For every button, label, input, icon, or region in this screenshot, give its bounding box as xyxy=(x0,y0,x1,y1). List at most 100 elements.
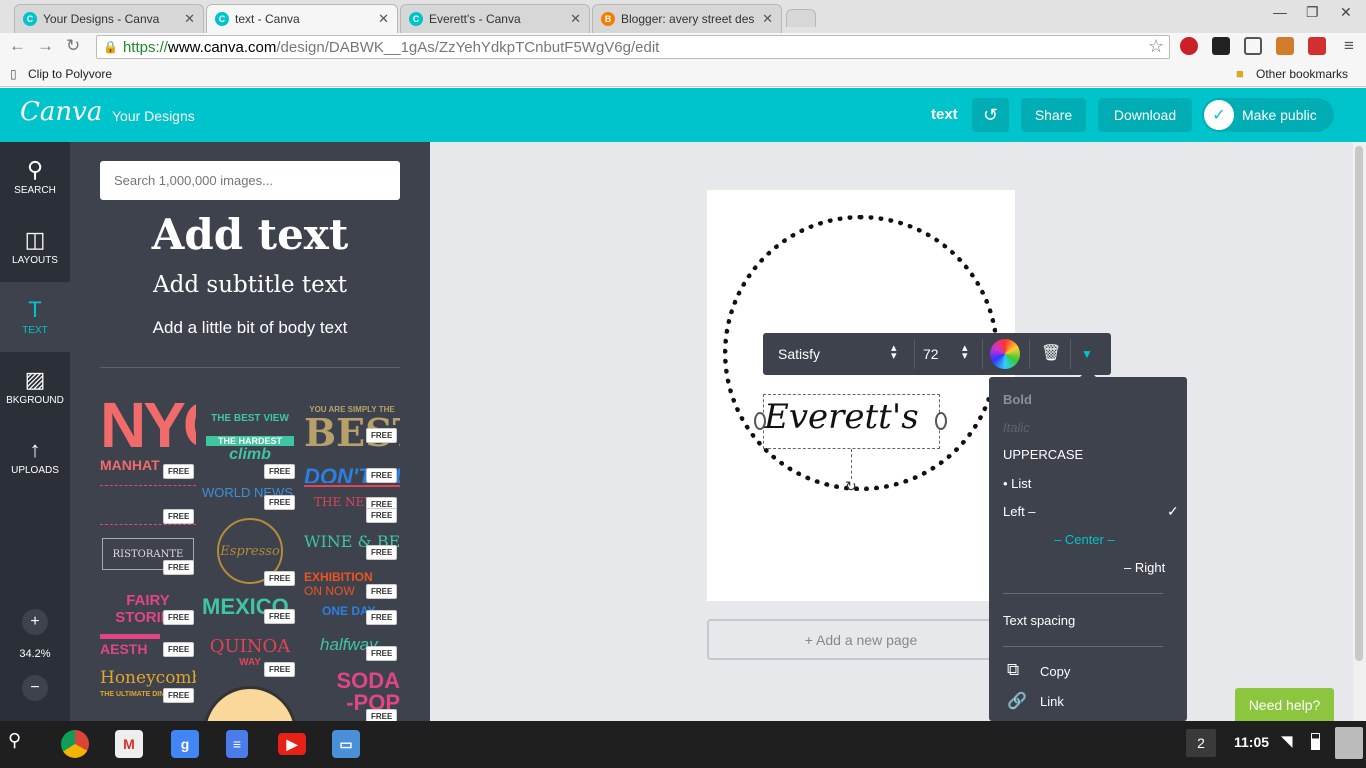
zoom-out-button[interactable]: − xyxy=(22,675,48,701)
your-designs-link[interactable]: Your Designs xyxy=(112,108,195,124)
chrome-app-icon[interactable] xyxy=(61,730,89,758)
scrollbar-thumb[interactable] xyxy=(1355,146,1363,661)
menu-item-align-left[interactable]: Left – xyxy=(1003,504,1036,519)
font-size-select[interactable]: 72 xyxy=(923,346,939,362)
download-button[interactable]: Download xyxy=(1098,98,1192,132)
tab-title: Your Designs - Canva xyxy=(43,12,160,26)
separator xyxy=(982,339,983,369)
trash-icon[interactable]: 🗑 xyxy=(1041,343,1061,363)
free-badge: FREE xyxy=(366,545,398,560)
rail-layouts[interactable]: ◫ LAYOUTS xyxy=(0,212,70,282)
tab-title: Everett's - Canva xyxy=(429,12,521,26)
template-tile-circle[interactable] xyxy=(202,680,298,721)
share-button[interactable]: Share xyxy=(1021,98,1086,132)
rail-uploads[interactable]: ↑ UPLOADS xyxy=(0,422,70,492)
gmail-app-icon[interactable]: M xyxy=(115,730,143,758)
add-new-page-button[interactable]: + Add a new page xyxy=(707,619,1015,660)
free-badge: FREE xyxy=(163,688,195,703)
rotate-icon[interactable]: ↻ xyxy=(845,478,857,495)
vertical-scrollbar[interactable] xyxy=(1353,142,1366,721)
close-tab-icon[interactable]: ✕ xyxy=(184,11,195,27)
tab-everetts-canva[interactable]: C Everett's - Canva ✕ xyxy=(400,4,590,33)
design-text[interactable]: Everett's xyxy=(764,397,919,437)
reload-icon[interactable]: ↻ xyxy=(66,36,80,56)
menu-icon[interactable]: ≡ xyxy=(1344,36,1354,56)
docs-app-icon[interactable]: ≡ xyxy=(226,730,248,758)
check-icon: ✓ xyxy=(1204,100,1234,130)
tab-title: text - Canva xyxy=(235,12,300,26)
youtube-app-icon[interactable]: ▶ xyxy=(278,733,306,755)
menu-item-align-center[interactable]: – Center – xyxy=(1054,532,1115,547)
image-search-input[interactable] xyxy=(100,161,400,200)
add-heading-text[interactable]: Add text xyxy=(100,210,400,259)
menu-item-uppercase[interactable]: UPPERCASE xyxy=(1003,447,1083,462)
tab-text-canva[interactable]: C text - Canva ✕ xyxy=(206,4,398,33)
new-tab-button[interactable] xyxy=(786,9,816,27)
rail-label: TEXT xyxy=(22,325,48,336)
close-window-icon[interactable]: ✕ xyxy=(1340,4,1352,21)
files-app-icon[interactable]: ▭ xyxy=(332,730,360,758)
menu-caret xyxy=(1080,369,1096,377)
google-search-app-icon[interactable]: g xyxy=(171,730,199,758)
free-badge: FREE xyxy=(366,610,398,625)
resize-handle-left[interactable] xyxy=(754,412,766,430)
format-dropdown-icon[interactable]: ▼ xyxy=(1081,347,1093,361)
free-badge: FREE xyxy=(163,509,195,524)
avatar[interactable] xyxy=(1335,727,1363,759)
rail-background[interactable]: ▨ BKGROUND xyxy=(0,352,70,422)
menu-item-bold[interactable]: Bold xyxy=(1003,392,1032,407)
menu-item-italic[interactable]: Italic xyxy=(1003,420,1030,435)
check-icon: ✓ xyxy=(1167,503,1179,519)
cast-icon[interactable] xyxy=(1244,37,1262,55)
add-subtitle-text[interactable]: Add subtitle text xyxy=(100,272,400,298)
make-public-toggle[interactable]: ✓ Make public xyxy=(1202,98,1334,132)
close-tab-icon[interactable]: ✕ xyxy=(378,11,389,27)
pinterest-icon[interactable] xyxy=(1180,37,1198,55)
need-help-button[interactable]: Need help? xyxy=(1235,688,1334,721)
tab-blogger[interactable]: B Blogger: avery street des ✕ xyxy=(592,4,782,33)
font-select-arrows-icon[interactable]: ▴ ▾ xyxy=(891,343,897,362)
menu-item-align-right[interactable]: – Right xyxy=(1124,560,1165,575)
undo-button[interactable]: ↺ xyxy=(972,98,1009,132)
bookmark-clip-to-polyvore[interactable]: Clip to Polyvore xyxy=(28,67,112,81)
eyedropper-icon[interactable] xyxy=(1276,37,1294,55)
back-icon[interactable]: ← xyxy=(9,36,26,56)
menu-divider xyxy=(1003,593,1163,594)
add-body-text[interactable]: Add a little bit of body text xyxy=(100,318,400,338)
resize-handle-right[interactable] xyxy=(935,412,947,430)
other-bookmarks[interactable]: Other bookmarks xyxy=(1256,67,1348,81)
notification-count[interactable]: 2 xyxy=(1186,729,1216,757)
close-tab-icon[interactable]: ✕ xyxy=(570,11,581,27)
selected-text-element[interactable]: Everett's xyxy=(763,394,940,449)
tab-your-designs[interactable]: C Your Designs - Canva ✕ xyxy=(14,4,204,33)
color-wheel-icon[interactable] xyxy=(990,339,1020,369)
zoom-in-button[interactable]: + xyxy=(22,609,48,635)
rail-text[interactable]: T TEXT xyxy=(0,282,70,352)
layers-icon[interactable] xyxy=(1212,37,1230,55)
address-bar[interactable]: 🔒 https:// www.canva.com /design/DABWK__… xyxy=(96,35,1170,59)
layouts-icon: ◫ xyxy=(24,227,46,252)
bookmark-star-icon[interactable]: ☆ xyxy=(1148,36,1164,57)
clock[interactable]: 11:05 xyxy=(1234,734,1269,750)
canva-logo[interactable]: Canva xyxy=(20,97,102,127)
rail-label: BKGROUND xyxy=(6,395,64,406)
free-badge: FREE xyxy=(163,642,195,657)
font-select[interactable]: Satisfy xyxy=(778,346,820,362)
menu-item-list[interactable]: • List xyxy=(1003,476,1031,491)
menu-item-text-spacing[interactable]: Text spacing xyxy=(1003,613,1075,628)
restore-icon[interactable]: ❐ xyxy=(1306,4,1319,21)
minimize-icon[interactable]: — xyxy=(1273,4,1287,20)
font-size-arrows-icon[interactable]: ▴ ▾ xyxy=(962,343,968,362)
wifi-icon[interactable]: ◥ xyxy=(1281,732,1293,750)
launcher-search-icon[interactable]: ⚲ xyxy=(8,730,21,751)
document-title[interactable]: text xyxy=(931,106,958,123)
battery-icon[interactable] xyxy=(1311,733,1320,750)
forward-icon[interactable]: → xyxy=(37,36,54,56)
separator xyxy=(1070,339,1071,369)
rail-search[interactable]: ⚲ SEARCH xyxy=(0,142,70,212)
lastpass-icon[interactable] xyxy=(1308,37,1326,55)
background-icon: ▨ xyxy=(24,367,46,392)
menu-item-copy[interactable]: Copy xyxy=(1040,664,1070,679)
close-tab-icon[interactable]: ✕ xyxy=(762,11,773,27)
menu-item-link[interactable]: Link xyxy=(1040,694,1064,709)
